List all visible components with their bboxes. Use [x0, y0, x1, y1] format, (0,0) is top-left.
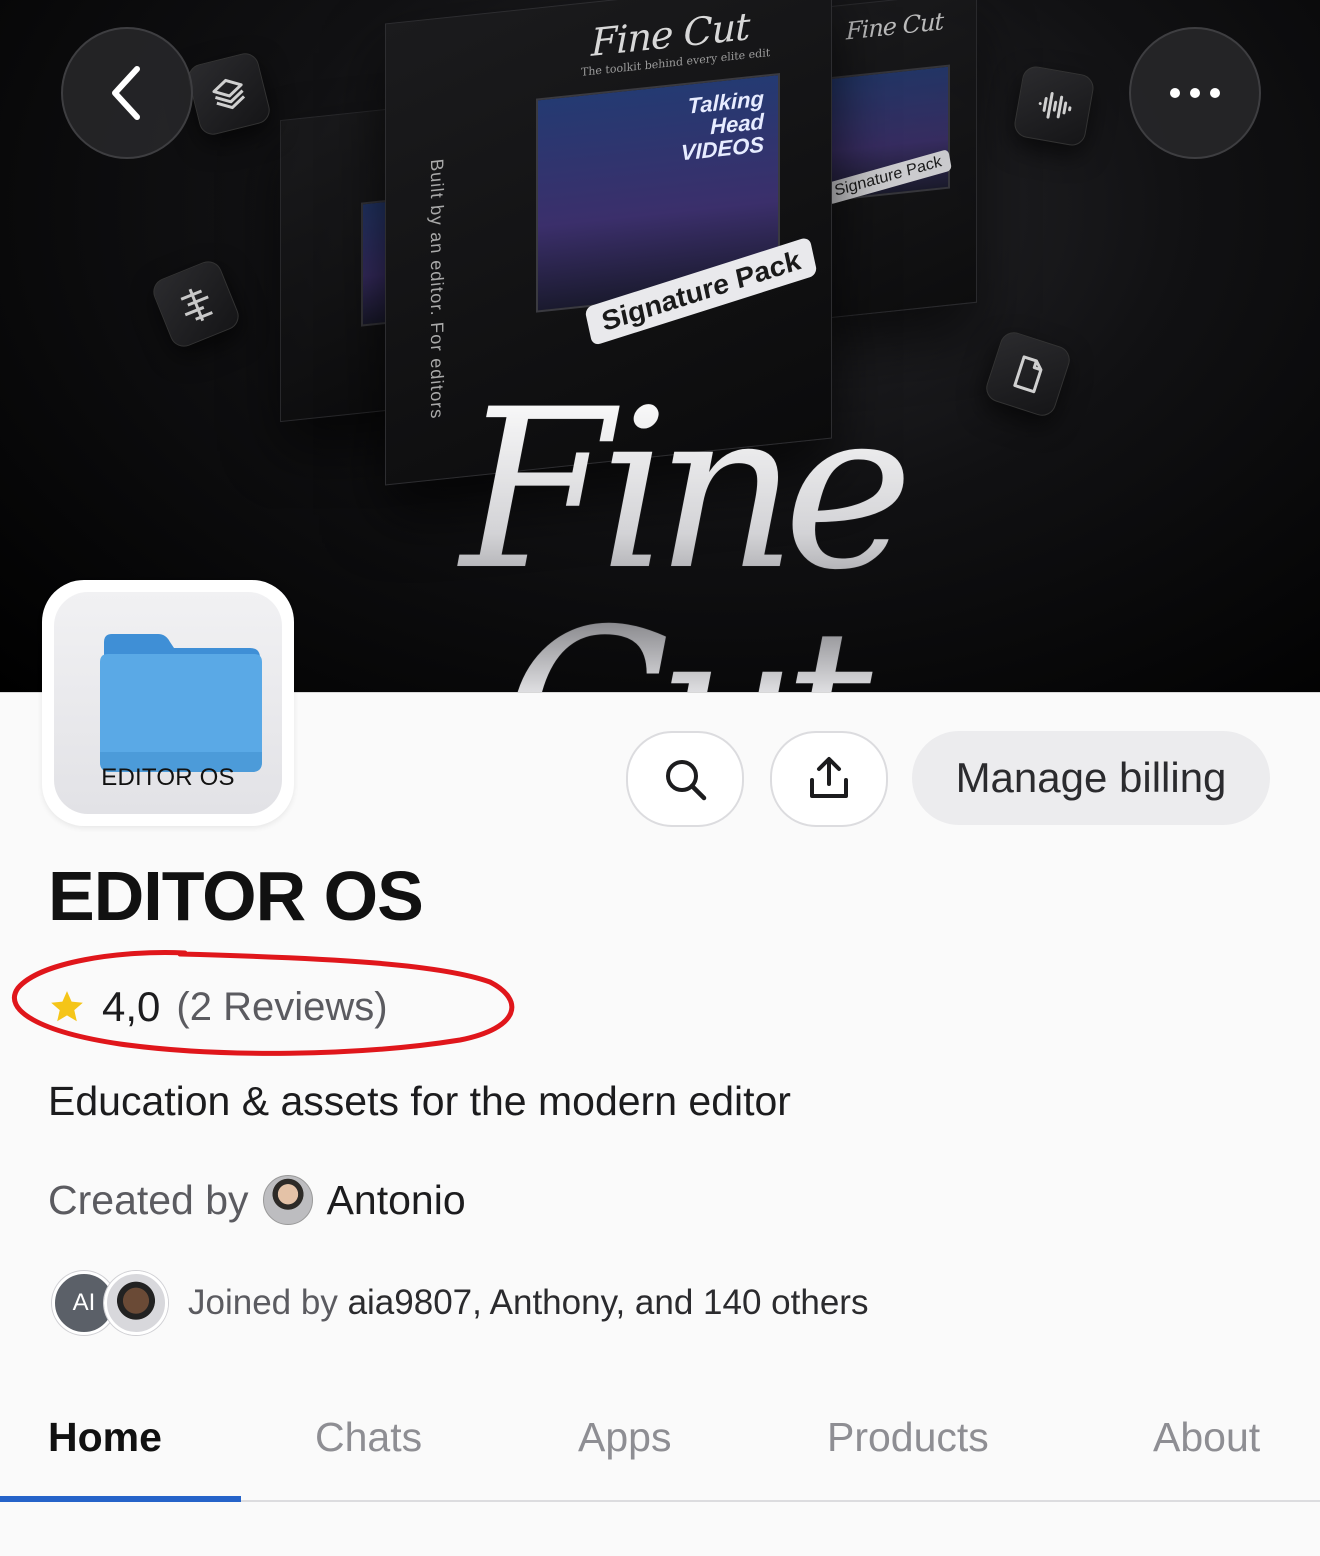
back-button[interactable] [61, 27, 193, 159]
tab-apps[interactable]: Apps [578, 1414, 671, 1461]
share-icon [810, 757, 848, 798]
more-options-button[interactable] [1129, 27, 1261, 159]
hero-title: Fine Cut [270, 380, 1090, 692]
search-icon [666, 760, 707, 801]
timeline-icon [149, 257, 243, 351]
tab-bar: Home Chats Apps Products About [0, 1380, 1320, 1502]
rating-value: 4,0 [102, 983, 161, 1030]
manage-billing-button[interactable]: Manage billing [912, 731, 1270, 825]
tab-chats[interactable]: Chats [315, 1414, 422, 1461]
waveform-icon [1012, 64, 1096, 148]
created-by-label: Created by [48, 1176, 249, 1223]
app-icon-label: EDITOR OS [101, 764, 235, 791]
folder-icon [100, 634, 262, 772]
joined-text: Joined by aia9807, Anthony, and 140 othe… [188, 1283, 868, 1323]
tab-products[interactable]: Products [827, 1414, 989, 1461]
share-button[interactable] [770, 731, 888, 827]
tagline: Education & assets for the modern editor [48, 1078, 791, 1124]
box-title-right: Fine Cut [846, 7, 944, 46]
member-avatar-photo [104, 1271, 168, 1335]
review-count[interactable]: (2 Reviews) [176, 985, 387, 1030]
box-screen-label: Talking Head VIDEOS [680, 85, 764, 166]
page-title: EDITOR OS [48, 857, 424, 935]
star-icon [51, 991, 83, 1022]
joined-names: aia9807, Anthony, and 140 others [347, 1283, 869, 1322]
creator-avatar[interactable] [262, 1175, 313, 1225]
active-tab-indicator [0, 1496, 241, 1502]
members-row[interactable]: AI Joined by aia9807, Anthony, and 140 o… [52, 1271, 868, 1335]
tab-home[interactable]: Home [48, 1414, 162, 1461]
app-icon-tile: EDITOR OS [54, 592, 282, 814]
rating-summary[interactable]: 4,0 (2 Reviews) [48, 982, 388, 1032]
ellipsis-icon [1170, 88, 1220, 98]
tab-about[interactable]: About [1153, 1414, 1260, 1461]
search-button[interactable] [626, 731, 744, 827]
layers-icon [185, 50, 273, 138]
joined-prefix: Joined by [188, 1283, 338, 1322]
chevron-left-icon [112, 66, 140, 120]
creator-name[interactable]: Antonio [327, 1177, 466, 1224]
creator-row: Created by Antonio [48, 1172, 466, 1228]
app-icon: EDITOR OS [42, 580, 294, 826]
